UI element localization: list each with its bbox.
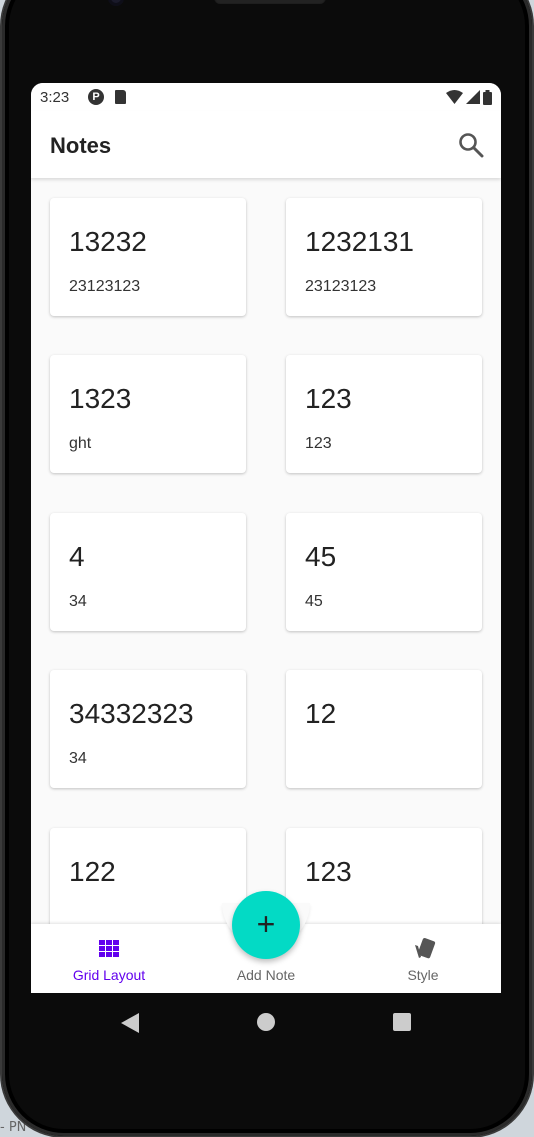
signal-icon (466, 90, 480, 104)
note-card[interactable]: 1323 ght (50, 355, 246, 473)
note-body: ght (69, 435, 92, 452)
notes-grid: 13232 23123123 1232131 23123123 1323 ght… (31, 178, 501, 924)
background-text-fragment: - PN (0, 1120, 27, 1135)
note-title: 4 (69, 541, 85, 572)
note-title: 1323 (69, 383, 132, 414)
style-icon (415, 938, 436, 959)
add-note-fab[interactable]: + (232, 891, 300, 959)
status-time: 3:23 (40, 89, 70, 106)
note-title: 1232131 (305, 226, 415, 257)
wifi-icon (446, 90, 463, 104)
note-title: 13232 (69, 226, 147, 257)
note-body: 23123123 (305, 278, 377, 295)
note-card[interactable]: 45 45 (286, 513, 482, 631)
note-title: 45 (305, 541, 337, 572)
note-title: 34332323 (69, 698, 194, 729)
notification-p-icon: P (88, 89, 104, 105)
note-title: 123 (305, 856, 352, 887)
note-card[interactable]: 122 (50, 828, 246, 924)
nav-add-note-label: Add Note (236, 967, 296, 983)
app-screen: 3:23 P Notes 13232 23123123 1232131 2312… (31, 83, 501, 993)
status-bar: 3:23 P (31, 83, 501, 111)
nav-grid-layout[interactable]: Grid Layout (31, 924, 187, 993)
note-body: 123 (305, 435, 332, 452)
status-right-icons (446, 89, 492, 105)
search-icon[interactable] (458, 132, 484, 158)
back-icon[interactable] (121, 1013, 139, 1033)
nav-grid-layout-label: Grid Layout (72, 967, 146, 983)
note-card[interactable]: 123 (286, 828, 482, 924)
note-card[interactable]: 1232131 23123123 (286, 198, 482, 316)
front-camera (108, 0, 124, 6)
note-body: 23123123 (69, 278, 141, 295)
note-title: 122 (69, 856, 116, 887)
page-title: Notes (50, 133, 112, 158)
home-icon[interactable] (257, 1013, 275, 1031)
note-card[interactable]: 13232 23123123 (50, 198, 246, 316)
recents-icon[interactable] (393, 1013, 411, 1031)
note-body: 34 (69, 593, 87, 610)
battery-icon (483, 89, 492, 105)
note-title: 123 (305, 383, 352, 414)
note-card[interactable]: 34332323 34 (50, 670, 246, 788)
nav-style[interactable]: Style (345, 924, 501, 993)
top-app-bar: Notes (31, 111, 501, 178)
earpiece-speaker (214, 0, 326, 4)
nav-style-label: Style (407, 967, 439, 983)
note-title: 12 (305, 698, 337, 729)
grid-layout-icon (99, 940, 119, 957)
sd-card-icon (115, 90, 126, 104)
note-card[interactable]: 12 (286, 670, 482, 788)
system-navigation-bar (31, 993, 501, 1053)
note-body: 45 (305, 593, 323, 610)
note-body: 34 (69, 750, 87, 767)
note-card[interactable]: 123 123 (286, 355, 482, 473)
note-card[interactable]: 4 34 (50, 513, 246, 631)
